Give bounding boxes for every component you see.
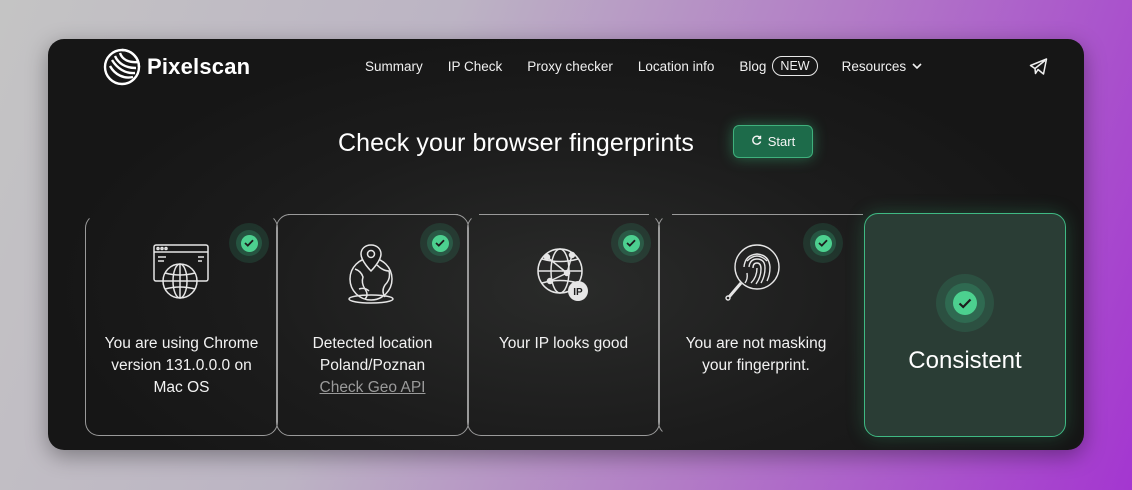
fingerprint-magnifier-icon xyxy=(723,241,787,310)
nav-blog[interactable]: Blog NEW xyxy=(739,56,818,76)
fingerprint-info-text: You are not masking your fingerprint. xyxy=(685,335,827,374)
check-icon xyxy=(803,223,843,263)
page-title: Check your browser fingerprints xyxy=(338,129,695,157)
browser-card: You are using Chrome version 131.0.0.0 o… xyxy=(85,214,278,436)
ip-globe-icon: IP xyxy=(534,241,594,310)
browser-info-text: You are using Chrome version 131.0.0.0 o… xyxy=(104,335,259,396)
start-button[interactable]: Start xyxy=(733,125,813,158)
pixelscan-logo-icon xyxy=(103,48,141,86)
check-icon xyxy=(420,223,460,263)
svg-text:IP: IP xyxy=(573,287,583,298)
chevron-down-icon xyxy=(912,62,922,70)
nav-ip-check[interactable]: IP Check xyxy=(448,59,503,74)
main-nav: Summary IP Check Proxy checker Location … xyxy=(365,56,947,76)
nav-resources[interactable]: Resources xyxy=(842,59,923,74)
location-globe-icon xyxy=(343,241,403,310)
location-info-text: Detected location Poland/Poznan Check Ge… xyxy=(277,333,468,399)
check-icon xyxy=(229,223,269,263)
start-label: Start xyxy=(767,134,796,149)
telegram-icon[interactable] xyxy=(1029,58,1048,80)
browser-globe-icon xyxy=(150,241,214,310)
nav-blog-label: Blog xyxy=(739,58,767,74)
brand-name: Pixelscan xyxy=(147,54,251,79)
ip-card: IP Your IP looks good xyxy=(467,214,660,436)
refresh-icon xyxy=(751,134,762,149)
browser-window: Pixelscan Summary IP Check Proxy checker… xyxy=(48,39,1084,450)
nav-resources-label: Resources xyxy=(841,58,907,74)
card-divider xyxy=(672,214,863,215)
location-card: Detected location Poland/Poznan Check Ge… xyxy=(276,214,469,436)
check-icon xyxy=(936,274,994,332)
nav-location-info[interactable]: Location info xyxy=(638,59,715,74)
card-divider xyxy=(479,214,649,215)
nav-summary[interactable]: Summary xyxy=(365,59,423,74)
fingerprint-card: You are not masking your fingerprint. xyxy=(658,214,864,436)
logo[interactable]: Pixelscan xyxy=(103,48,250,86)
check-icon xyxy=(611,223,651,263)
check-geo-api-link[interactable]: Check Geo API xyxy=(285,377,460,399)
nav-proxy-checker[interactable]: Proxy checker xyxy=(527,59,613,74)
card-divider xyxy=(288,214,458,215)
result-card: Consistent xyxy=(864,213,1066,437)
new-badge: NEW xyxy=(772,56,818,76)
result-label: Consistent xyxy=(908,347,1022,374)
ip-info-text: Your IP looks good xyxy=(498,335,629,352)
